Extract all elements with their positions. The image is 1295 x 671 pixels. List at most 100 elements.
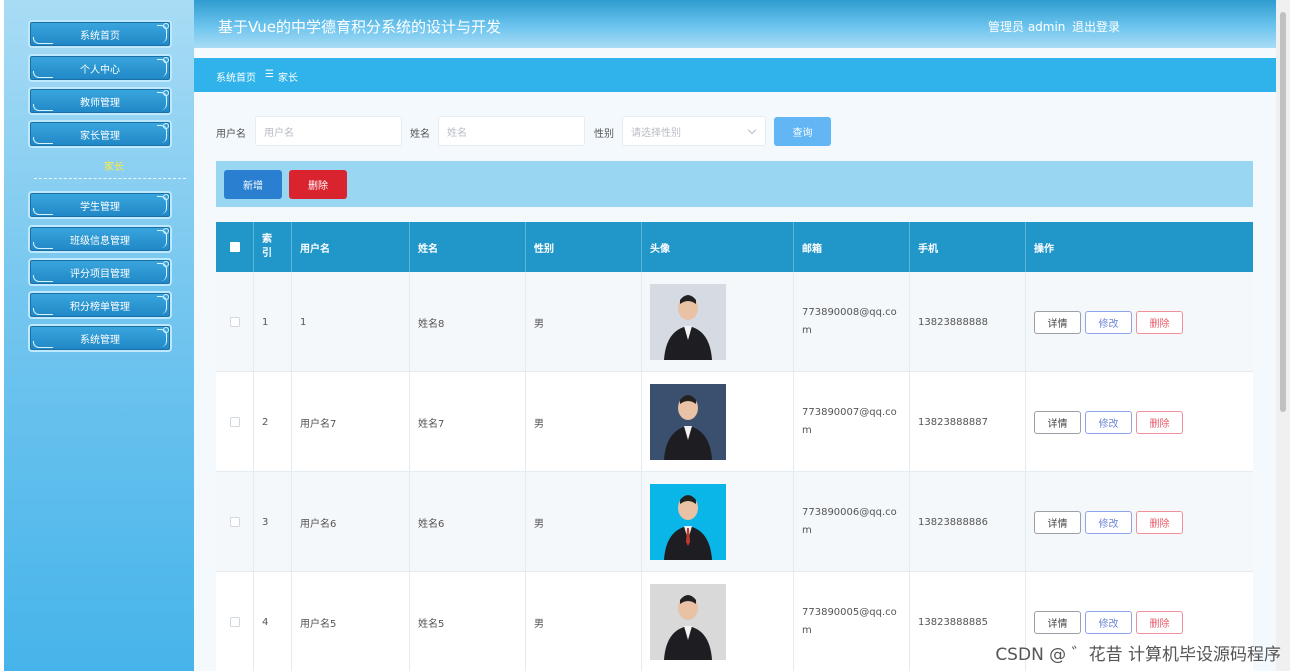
person-photo-icon	[664, 295, 712, 360]
logout-link[interactable]: 退出登录	[1072, 18, 1120, 35]
select-all-checkbox-cell[interactable]	[216, 222, 254, 272]
sidebar-item-students[interactable]: 学生管理	[28, 191, 172, 219]
sidebar-item-home[interactable]: 系统首页	[28, 20, 172, 48]
cell-name: 姓名8	[410, 272, 526, 372]
sidebar-item-parents[interactable]: 家长管理	[28, 120, 172, 148]
top-header: 基于Vue的中学德育积分系统的设计与开发 管理员 admin 退出登录	[194, 0, 1276, 48]
scrollbar-thumb[interactable]	[1280, 12, 1286, 412]
row-checkbox[interactable]	[229, 617, 240, 627]
delete-button[interactable]: 删除	[1136, 611, 1183, 634]
cell-avatar	[642, 372, 794, 472]
chevron-down-icon	[747, 125, 757, 135]
delete-button[interactable]: 删除	[1136, 411, 1183, 434]
sidebar-item-profile[interactable]: 个人中心	[28, 54, 172, 82]
action-toolbar: 新增 删除	[216, 161, 1253, 207]
gender-select[interactable]: 请选择性别	[622, 116, 766, 146]
sidebar-item-scoring[interactable]: 评分项目管理	[28, 258, 172, 286]
query-button[interactable]: 查询	[774, 117, 831, 146]
cell-username: 用户名7	[292, 372, 410, 472]
edit-button[interactable]: 修改	[1085, 411, 1132, 434]
avatar	[650, 384, 726, 460]
table-row: 2 用户名7 姓名7 男 773890007@qq.co m 138238888…	[216, 372, 1253, 472]
person-photo-icon	[664, 595, 712, 660]
watermark: CSDN @ ゛花昔 计算机毕设源码程序	[995, 645, 1281, 665]
breadcrumb-home[interactable]: 系统首页	[216, 69, 256, 84]
cell-email: 773890007@qq.co m	[794, 372, 910, 472]
delete-button[interactable]: 删除	[1136, 311, 1183, 334]
row-checkbox[interactable]	[229, 517, 240, 527]
row-checkbox-cell[interactable]	[216, 272, 254, 372]
cell-phone: 13823888886	[910, 472, 1026, 572]
gender-select-placeholder: 请选择性别	[631, 127, 681, 139]
breadcrumb-current: 家长	[278, 73, 298, 84]
row-checkbox[interactable]	[229, 417, 240, 427]
cell-phone: 13823888888	[910, 272, 1026, 372]
cell-actions: 详情 修改 删除	[1026, 272, 1253, 372]
cell-email: 773890005@qq.co m	[794, 572, 910, 671]
cell-index: 4	[254, 572, 292, 671]
cell-avatar	[642, 572, 794, 671]
detail-button[interactable]: 详情	[1034, 611, 1081, 634]
cell-avatar	[642, 272, 794, 372]
sidebar-item-label: 学生管理	[80, 201, 120, 213]
th-email: 邮箱	[794, 222, 910, 272]
row-checkbox-cell[interactable]	[216, 472, 254, 572]
username-search-input[interactable]: 用户名	[255, 116, 402, 146]
sidebar-item-system[interactable]: 系统管理	[28, 324, 172, 352]
name-label: 姓名	[410, 129, 430, 140]
th-index-label: 索引	[262, 234, 272, 259]
edit-button[interactable]: 修改	[1085, 611, 1132, 634]
username-label: 用户名	[216, 129, 246, 140]
sidebar-item-classes[interactable]: 班级信息管理	[28, 225, 172, 253]
scrollbar[interactable]	[1276, 0, 1290, 671]
detail-button[interactable]: 详情	[1034, 311, 1081, 334]
person-photo-icon	[664, 495, 712, 560]
cell-name: 姓名7	[410, 372, 526, 472]
detail-button[interactable]: 详情	[1034, 511, 1081, 534]
add-button[interactable]: 新增	[224, 170, 282, 199]
th-avatar: 头像	[642, 222, 794, 272]
breadcrumb-separator-icon: ☰	[265, 69, 274, 80]
cell-gender: 男	[526, 472, 642, 572]
name-search-input[interactable]: 姓名	[438, 116, 585, 146]
row-checkbox-cell[interactable]	[216, 572, 254, 671]
breadcrumb: 系统首页 ☰ 家长	[194, 58, 1276, 92]
delete-button[interactable]: 删除	[1136, 511, 1183, 534]
cell-index: 2	[254, 372, 292, 472]
row-checkbox-cell[interactable]	[216, 372, 254, 472]
sidebar-subitem-parent[interactable]: 家长	[34, 158, 194, 173]
cell-email: 773890008@qq.co m	[794, 272, 910, 372]
sidebar-item-label: 评分项目管理	[70, 268, 130, 280]
avatar	[650, 584, 726, 660]
cell-index: 3	[254, 472, 292, 572]
cell-username: 用户名6	[292, 472, 410, 572]
detail-button[interactable]: 详情	[1034, 411, 1081, 434]
cell-username: 1	[292, 272, 410, 372]
row-checkbox[interactable]	[229, 317, 240, 327]
sidebar-item-label: 家长管理	[80, 130, 120, 142]
cell-email: 773890006@qq.co m	[794, 472, 910, 572]
th-name: 姓名	[410, 222, 526, 272]
cell-avatar	[642, 472, 794, 572]
select-all-checkbox[interactable]	[229, 242, 240, 252]
avatar	[650, 484, 726, 560]
th-actions: 操作	[1034, 243, 1054, 255]
cell-phone: 13823888887	[910, 372, 1026, 472]
sidebar-item-label: 积分榜单管理	[70, 301, 130, 313]
app-title: 基于Vue的中学德育积分系统的设计与开发	[218, 18, 501, 36]
sidebar-item-label: 班级信息管理	[70, 235, 130, 247]
th-gender: 性别	[526, 222, 642, 272]
sidebar-item-teachers[interactable]: 教师管理	[28, 87, 172, 115]
th-index: 索引	[254, 222, 292, 272]
current-user: 管理员 admin	[988, 20, 1066, 34]
edit-button[interactable]: 修改	[1085, 511, 1132, 534]
sidebar-item-rankings[interactable]: 积分榜单管理	[28, 291, 172, 319]
sidebar: 系统首页 个人中心 教师管理 家长管理 家长 学生管理 班级信息管理 评分项目管…	[4, 0, 194, 671]
edit-button[interactable]: 修改	[1085, 311, 1132, 334]
cell-actions: 详情 修改 删除	[1026, 472, 1253, 572]
th-phone: 手机	[910, 222, 1026, 272]
cell-username: 用户名5	[292, 572, 410, 671]
batch-delete-button[interactable]: 删除	[289, 170, 347, 199]
table-row: 3 用户名6 姓名6 男 773890006@qq.co m 138238888…	[216, 472, 1253, 572]
cell-index: 1	[254, 272, 292, 372]
